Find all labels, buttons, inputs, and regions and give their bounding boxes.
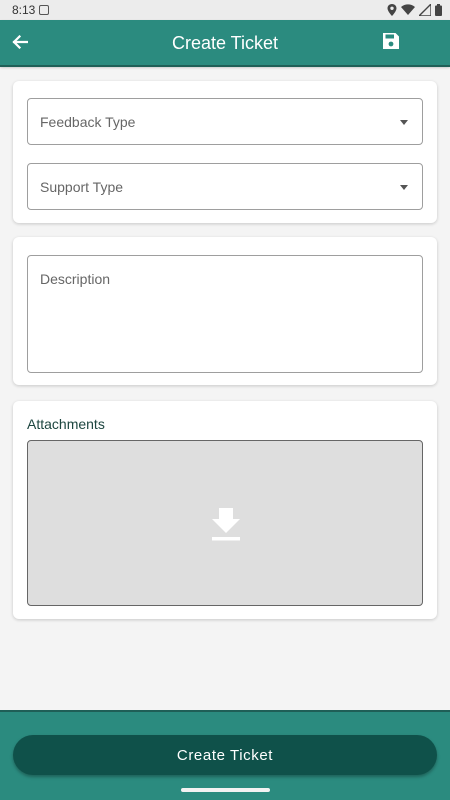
signal-icon [419,4,431,16]
support-type-label: Support Type [40,179,124,195]
support-type-dropdown[interactable]: Support Type [27,163,423,210]
status-time: 8:13 [12,3,36,17]
wifi-icon [401,4,415,15]
location-icon [387,4,397,16]
status-bar: 8:13 [0,0,450,20]
description-label: Description [40,271,111,287]
chevron-down-icon [400,185,408,190]
app-bar-divider [0,65,450,67]
feedback-type-label: Feedback Type [40,114,136,130]
attachments-card: Attachments [13,401,437,619]
attachments-title: Attachments [27,416,105,432]
save-icon [383,33,399,49]
home-indicator[interactable] [181,788,270,792]
download-icon [212,508,240,541]
status-icons [387,4,442,16]
app-bar: Create Ticket [0,20,450,65]
bottom-bar-divider [0,710,450,712]
attachment-dropzone[interactable] [27,440,423,606]
chevron-down-icon [400,120,408,125]
notification-icon [39,5,50,15]
description-card: Description [13,237,437,385]
save-button[interactable] [382,32,404,54]
battery-icon [435,4,442,16]
description-field[interactable]: Description [27,255,423,373]
create-ticket-button[interactable]: Create Ticket [13,735,437,775]
type-card: Feedback Type Support Type [13,81,437,223]
feedback-type-dropdown[interactable]: Feedback Type [27,98,423,145]
